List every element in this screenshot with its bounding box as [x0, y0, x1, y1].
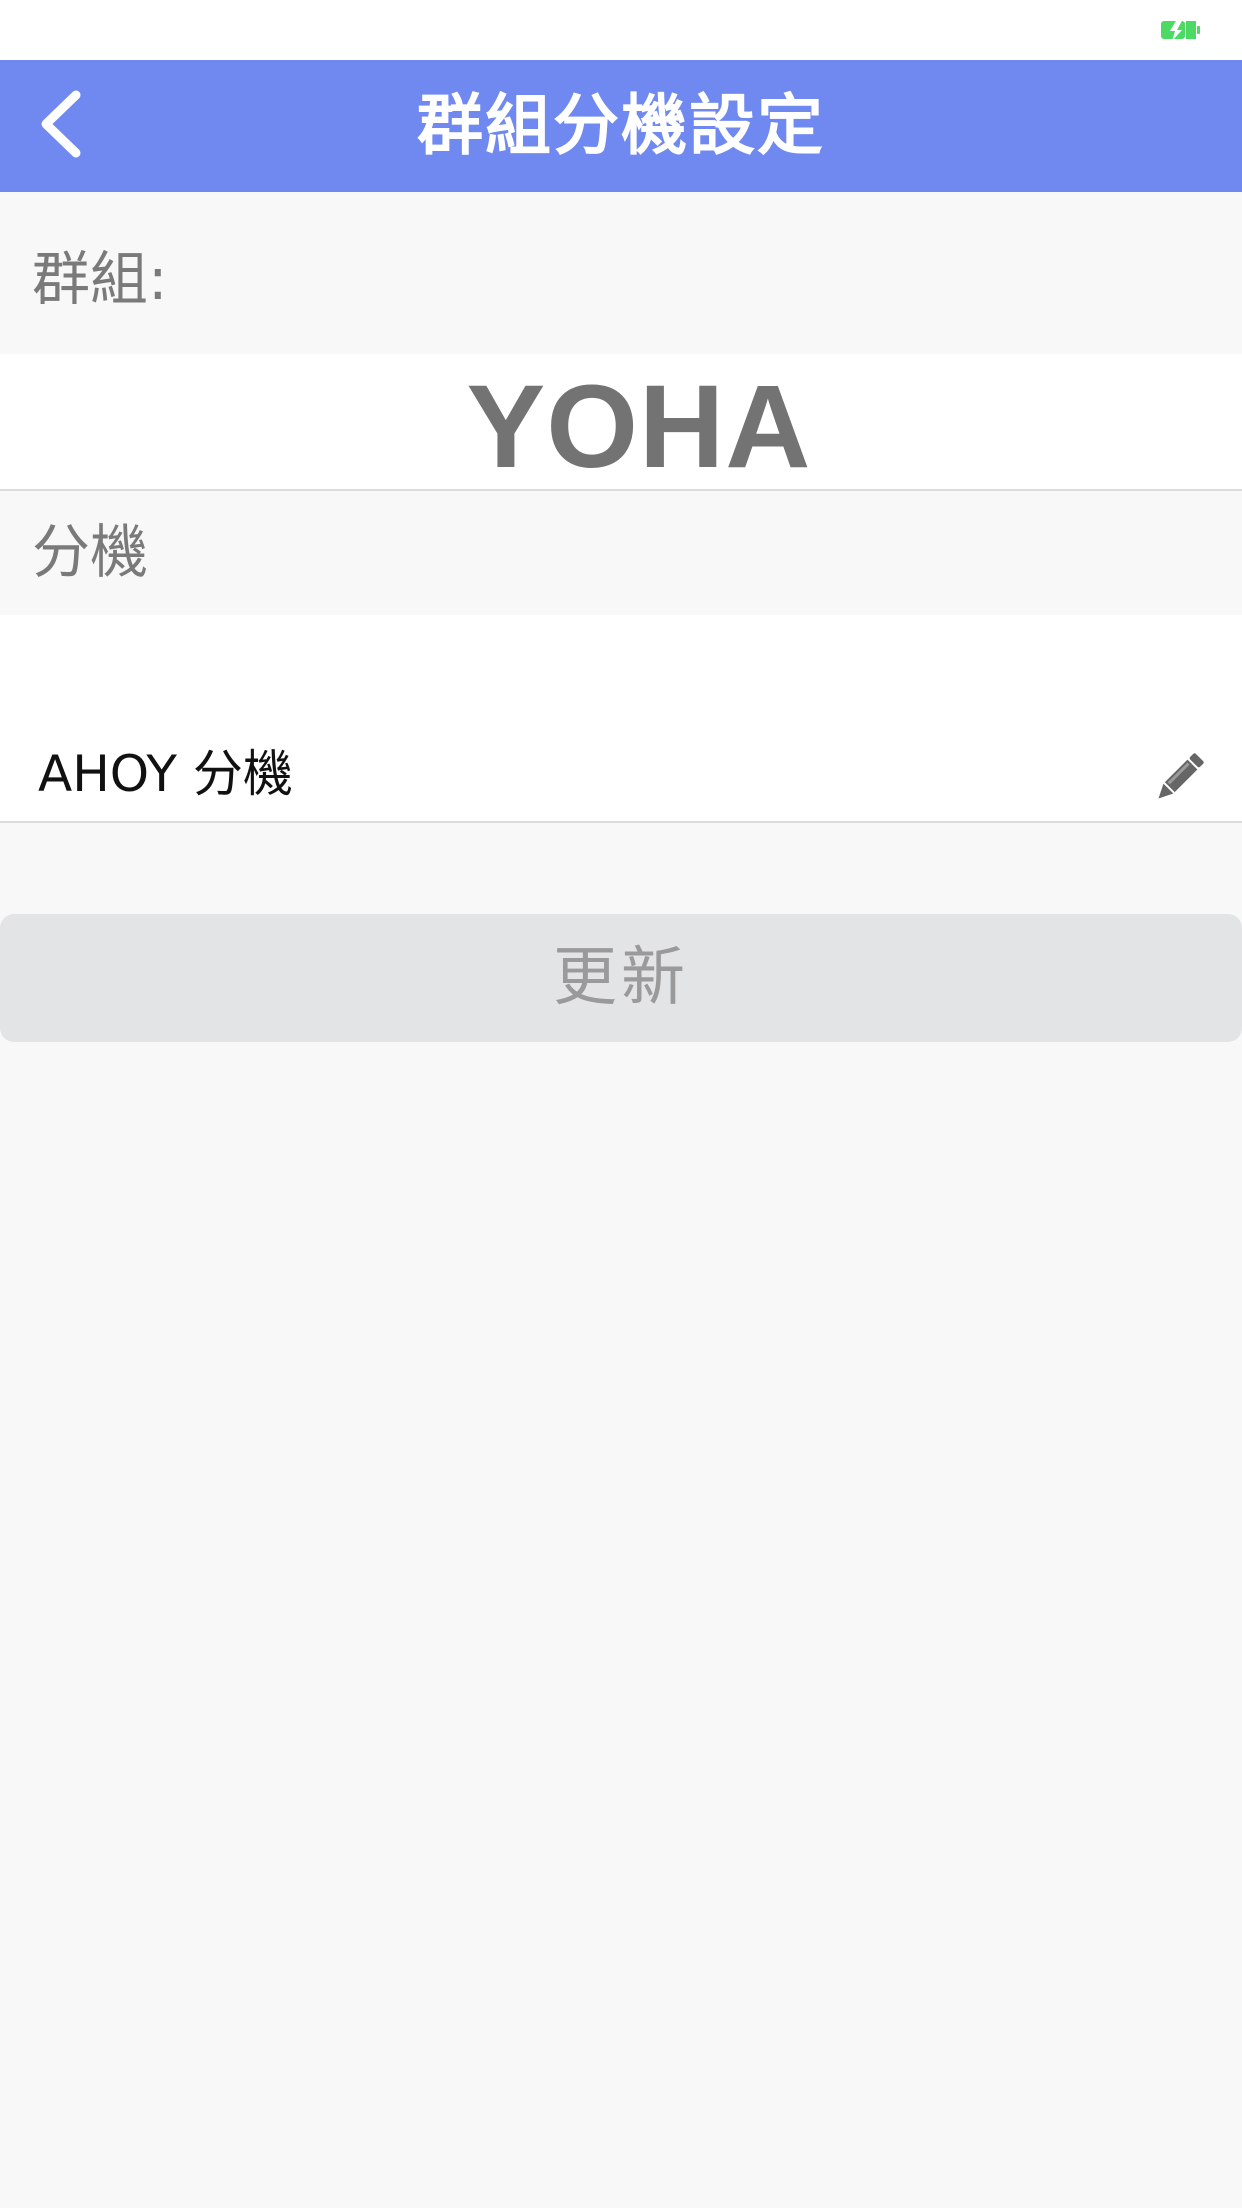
chevron-left-icon [38, 89, 82, 163]
battery-charging-icon [1160, 19, 1200, 41]
extension-label: 分機 [32, 518, 149, 586]
group-name-row: YOHA [0, 354, 1242, 491]
status-bar [0, 0, 1242, 60]
group-section-header: 群組: [0, 192, 1242, 354]
pencil-icon[interactable] [1152, 751, 1206, 805]
group-label: 群組: [32, 245, 168, 313]
back-button[interactable] [12, 78, 108, 174]
group-name: YOHA [466, 361, 812, 493]
page-title: 群組分機設定 [417, 87, 825, 164]
extension-section-header: 分機 [0, 491, 1242, 615]
update-button[interactable]: 更新 [0, 914, 1242, 1042]
extension-value: AHOY 分機 [38, 745, 293, 803]
nav-bar: 群組分機設定 [0, 60, 1242, 192]
extension-field[interactable]: AHOY 分機 [0, 615, 1242, 823]
